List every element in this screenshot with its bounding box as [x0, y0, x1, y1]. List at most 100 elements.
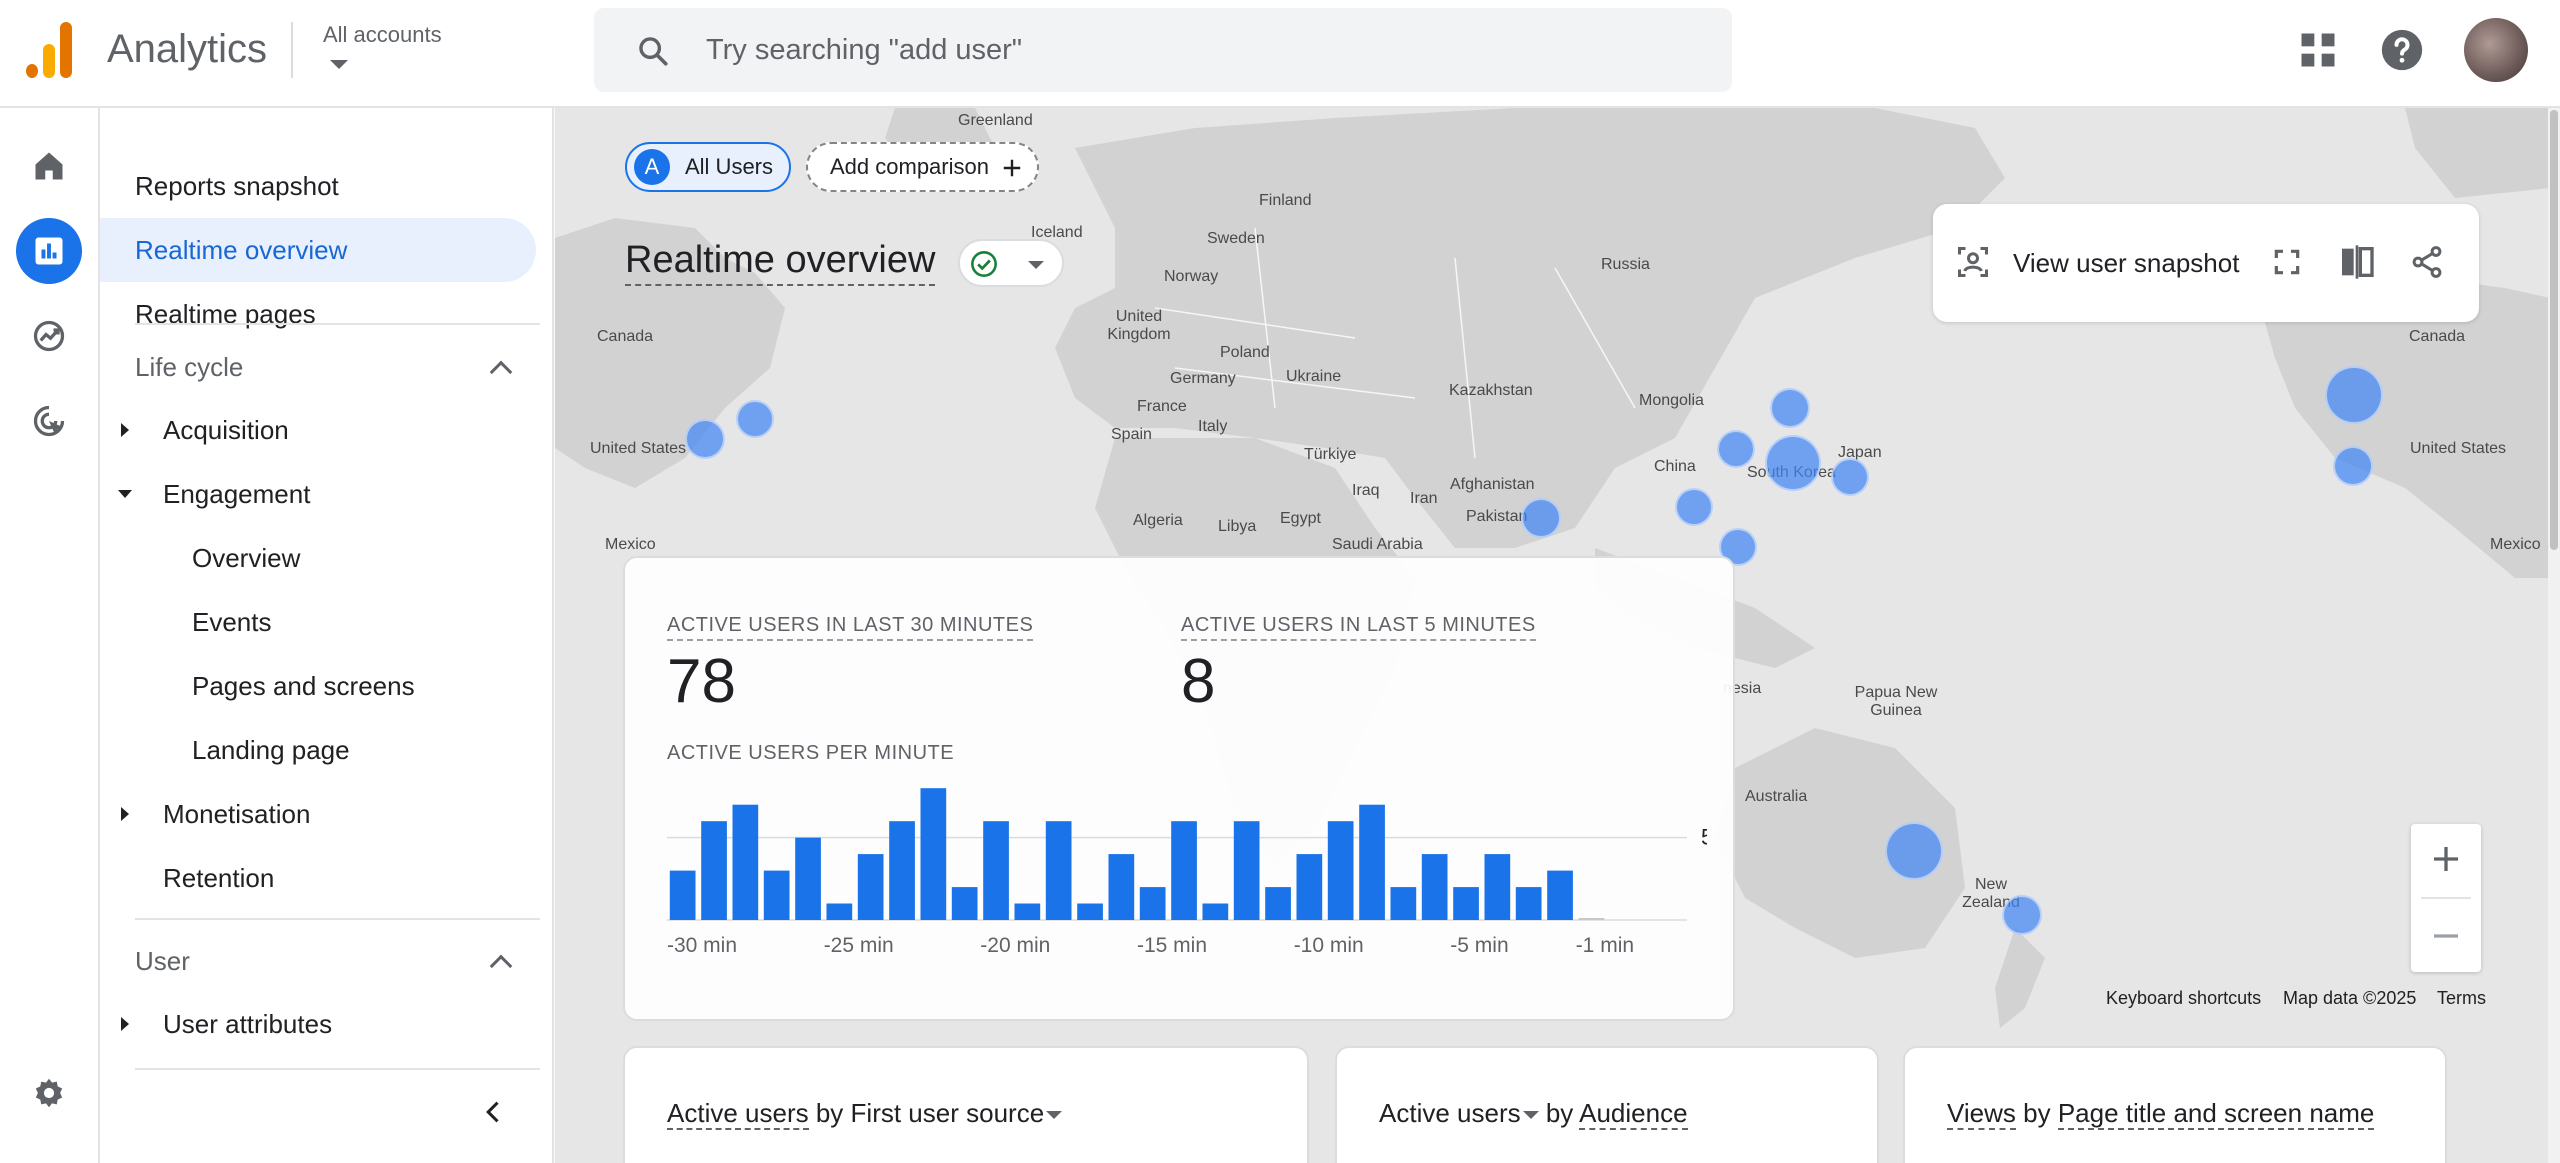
map-user-bubble[interactable] — [2002, 895, 2042, 935]
nav-monetisation[interactable]: Monetisation — [100, 782, 536, 846]
chart-bar[interactable] — [701, 821, 727, 920]
zoom-in-icon[interactable] — [2428, 841, 2464, 877]
keyboard-shortcuts-link[interactable]: Keyboard shortcuts — [2106, 988, 2261, 1009]
dimension-selector[interactable]: First user source — [851, 1098, 1045, 1128]
chart-bar[interactable] — [1390, 887, 1417, 920]
chart-bar[interactable] — [1045, 821, 1072, 920]
fullscreen-icon[interactable] — [2271, 246, 2303, 278]
reports-button[interactable] — [16, 218, 82, 284]
explore-button[interactable] — [16, 303, 82, 369]
map-label: Kazakhstan — [1449, 382, 1533, 399]
segment-chip-all-users[interactable]: A All Users — [625, 142, 791, 192]
avatar[interactable] — [2464, 18, 2528, 82]
map-label: United States — [2410, 440, 2507, 457]
scrollbar-thumb[interactable] — [2550, 110, 2558, 550]
nav-realtime-overview[interactable]: Realtime overview — [100, 218, 536, 282]
map-user-bubble[interactable] — [2325, 366, 2383, 424]
view-user-snapshot-button[interactable]: View user snapshot — [2013, 248, 2239, 279]
dropdown-caret-icon[interactable] — [1046, 1111, 1063, 1120]
metric-selector[interactable]: Active users — [1379, 1098, 1521, 1128]
chart-bar[interactable] — [826, 903, 853, 921]
nav-realtime-pages[interactable]: Realtime pages — [100, 282, 536, 346]
chart-bar[interactable] — [1171, 821, 1197, 920]
dropdown-caret-icon[interactable] — [1522, 1111, 1539, 1120]
active-users-per-minute-chart[interactable]: 5 -30 min -25 min -20 min -15 min -10 min -5 m… — [667, 772, 1707, 982]
chart-bar[interactable] — [1421, 854, 1448, 920]
chart-bar[interactable] — [1547, 870, 1573, 920]
map-user-bubble[interactable] — [1831, 458, 1869, 496]
collapse-user-icon[interactable] — [489, 954, 513, 978]
nav-pages-and-screens[interactable]: Pages and screens — [100, 654, 536, 718]
account-selector-label[interactable]: All accounts — [323, 22, 442, 48]
nav-landing-page[interactable]: Landing page — [100, 718, 536, 782]
data-status-dropdown[interactable] — [958, 239, 1064, 287]
terms-link[interactable]: Terms — [2437, 988, 2486, 1009]
nav-user-attributes[interactable]: User attributes — [100, 992, 536, 1056]
chart-bar[interactable] — [920, 788, 947, 920]
help-icon[interactable] — [2380, 28, 2424, 72]
map-user-bubble[interactable] — [1770, 388, 1810, 428]
chart-bar[interactable] — [1484, 854, 1511, 920]
chart-bar[interactable] — [1265, 887, 1291, 920]
analytics-logo[interactable] — [26, 22, 74, 78]
nav-reports-snapshot[interactable]: Reports snapshot — [100, 154, 536, 218]
home-button[interactable] — [16, 133, 82, 199]
map-user-bubble[interactable] — [1717, 430, 1755, 468]
map-user-bubble[interactable] — [1885, 822, 1943, 880]
chart-bar[interactable] — [763, 870, 790, 920]
nav-section-user[interactable]: User — [135, 946, 190, 977]
nav-acquisition[interactable]: Acquisition — [100, 398, 536, 462]
advertising-button[interactable] — [16, 388, 82, 454]
nav-events[interactable]: Events — [100, 590, 536, 654]
nav-engagement[interactable]: Engagement — [100, 462, 536, 526]
map-user-bubble[interactable] — [1765, 435, 1821, 491]
chart-bar[interactable] — [795, 837, 821, 920]
map-label: Canada — [2409, 328, 2466, 345]
chart-bar[interactable] — [1202, 903, 1229, 921]
dimension-selector[interactable]: Page title and screen name — [2057, 1098, 2375, 1130]
nav-retention[interactable]: Retention — [100, 846, 536, 910]
chart-bar[interactable] — [1139, 887, 1166, 920]
chart-bar[interactable] — [1233, 821, 1260, 920]
map-user-bubble[interactable] — [1675, 488, 1713, 526]
dimension-selector[interactable]: Audience — [1579, 1098, 1688, 1130]
chart-bar[interactable] — [857, 854, 884, 920]
chart-bar[interactable] — [1578, 918, 1605, 920]
account-selector-caret-icon[interactable] — [330, 60, 348, 69]
nav-section-life-cycle[interactable]: Life cycle — [135, 352, 243, 383]
chart-bar[interactable] — [983, 821, 1009, 920]
map-user-bubble[interactable] — [1521, 498, 1561, 538]
zoom-out-icon[interactable] — [2428, 918, 2464, 954]
settings-button[interactable] — [16, 1060, 82, 1126]
chart-bar[interactable] — [1014, 903, 1041, 921]
metric-selector[interactable]: Active users — [667, 1098, 809, 1130]
search-bar[interactable]: Try searching "add user" — [594, 8, 1732, 92]
chart-bar[interactable] — [1108, 854, 1135, 920]
chart-bar[interactable] — [1359, 804, 1385, 920]
chart-bar[interactable] — [951, 887, 978, 920]
chart-bar[interactable] — [1515, 887, 1542, 920]
chart-bar[interactable] — [732, 804, 759, 920]
expand-arrow-icon — [121, 423, 129, 437]
compare-columns-icon[interactable] — [2337, 242, 2377, 282]
metric-selector[interactable]: Views — [1947, 1098, 2016, 1130]
share-icon[interactable] — [2409, 244, 2445, 280]
apps-grid-icon[interactable] — [2296, 28, 2340, 72]
chart-bar[interactable] — [1296, 854, 1323, 920]
chart-bar[interactable] — [669, 870, 696, 920]
chart-bar[interactable] — [1327, 821, 1354, 920]
nav-engagement-overview[interactable]: Overview — [100, 526, 536, 590]
collapse-nav-chevron-icon[interactable] — [480, 1098, 508, 1126]
chart-bar[interactable] — [889, 821, 915, 920]
search-input[interactable]: Try searching "add user" — [706, 34, 1022, 67]
chart-bar[interactable] — [1453, 887, 1479, 920]
map-user-bubble[interactable] — [736, 400, 774, 438]
reports-nav-panel: Reports snapshot Realtime overview Realt… — [100, 108, 554, 1163]
map-user-bubble[interactable] — [2333, 446, 2373, 486]
collapse-life-cycle-icon[interactable] — [489, 360, 513, 384]
add-comparison-button[interactable]: Add comparison — [806, 142, 1039, 192]
active-users-30min-label[interactable]: ACTIVE USERS IN LAST 30 MINUTES — [667, 614, 1034, 641]
chart-bar[interactable] — [1077, 903, 1103, 921]
map-user-bubble[interactable] — [685, 419, 725, 459]
active-users-5min-label[interactable]: ACTIVE USERS IN LAST 5 MINUTES — [1181, 614, 1536, 641]
